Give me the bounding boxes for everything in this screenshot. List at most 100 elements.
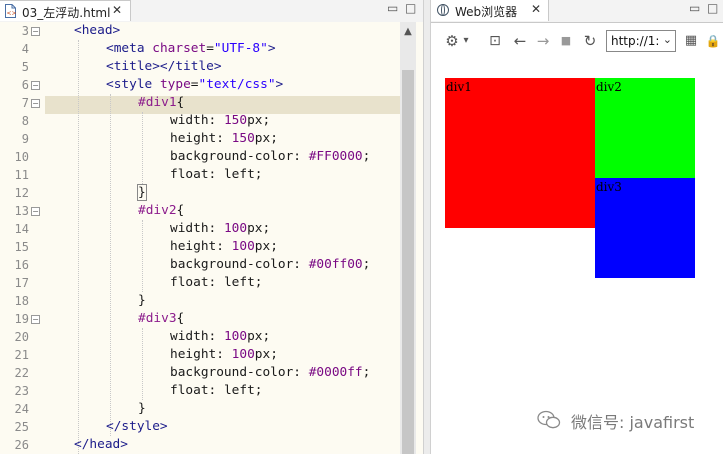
stop-icon[interactable]: ■ — [557, 31, 575, 51]
code-line-12: } — [137, 184, 147, 201]
lock-icon[interactable]: 🔒 — [705, 31, 721, 51]
browser-toolbar: ⚙ ▾ ⊡ ← → ■ ↻ http://1: ⌄ ▦ 🔒 — [431, 23, 723, 61]
minimize-icon[interactable]: ▭ — [689, 2, 701, 14]
line-number: 10 — [14, 150, 29, 164]
console-icon[interactable]: ⊡ — [486, 31, 504, 51]
minimize-icon[interactable]: ▭ — [387, 2, 399, 14]
code-line-19: #div3{ — [138, 311, 185, 326]
editor-scrollbar[interactable]: ▲ — [400, 22, 416, 454]
line-number: 19 — [14, 312, 29, 326]
code-line-10: background-color: #FF0000; — [170, 149, 371, 164]
code-line-6: <style type="text/css"> — [106, 77, 284, 92]
div3-label: div3 — [596, 180, 622, 194]
line-number: 25 — [14, 420, 29, 434]
editor-tab-bar: <> 03_左浮动.html ✕ ▭ □ — [0, 0, 423, 23]
forward-icon[interactable]: → — [534, 31, 552, 51]
code-line-26: </head> — [74, 437, 128, 452]
fold-toggle-icon[interactable]: − — [31, 27, 40, 36]
code-line-14: width: 100px; — [170, 221, 271, 236]
close-icon[interactable]: ✕ — [112, 3, 122, 17]
url-input[interactable]: http://1: ⌄ — [606, 30, 676, 52]
browser-tab-bar: Web浏览器 ✕ ▭ □ — [431, 0, 723, 23]
div3-box: div3 — [595, 178, 695, 278]
code-line-18: } — [138, 293, 146, 308]
line-number: 26 — [14, 438, 29, 452]
indent-guide — [110, 94, 111, 436]
code-line-13: #div2{ — [138, 203, 185, 218]
code-editor-pane: <> 03_左浮动.html ✕ ▭ □ 3−4 5 6−7−8 9 10 11 12 13−… — [0, 0, 423, 454]
scroll-up-icon[interactable]: ▲ — [400, 26, 416, 37]
code-line-25: </style> — [106, 419, 168, 434]
code-line-24: } — [138, 401, 146, 416]
wechat-icon — [537, 410, 561, 429]
browser-tab-label: Web浏览器 — [455, 5, 518, 19]
line-number-gutter: 3−4 5 6−7−8 9 10 11 12 13−14 15 16 17 18 19−20 21 22 23… — [0, 22, 45, 454]
line-number: 23 — [14, 384, 29, 398]
editor-tab[interactable]: <> 03_左浮动.html ✕ — [0, 0, 131, 21]
fold-toggle-icon[interactable]: − — [31, 207, 40, 216]
code-area[interactable]: 3−4 5 6−7−8 9 10 11 12 13−14 15 16 17 18 19−20 21 22 23… — [0, 22, 423, 454]
line-number: 24 — [14, 402, 29, 416]
line-number: 5 — [21, 60, 29, 74]
scrollbar-thumb[interactable] — [402, 70, 414, 454]
fold-toggle-icon[interactable]: − — [31, 81, 40, 90]
refresh-icon[interactable]: ↻ — [581, 31, 599, 51]
chevron-down-icon[interactable]: ⌄ — [663, 33, 672, 46]
line-number: 21 — [14, 348, 29, 362]
line-number: 22 — [14, 366, 29, 380]
code-line-3: <head> — [74, 23, 121, 38]
browser-tab[interactable]: Web浏览器 ✕ — [431, 0, 549, 21]
code-line-5: <title></title> — [106, 59, 222, 74]
code-line-16: background-color: #00ff00; — [170, 257, 371, 272]
web-browser-pane: Web浏览器 ✕ ▭ □ ⚙ ▾ ⊡ ← → ■ ↻ http://1: ⌄ ▦… — [431, 0, 723, 454]
code-line-7: #div1{ — [138, 95, 185, 110]
line-number: 4 — [21, 42, 29, 56]
line-number: 14 — [14, 222, 29, 236]
line-number: 17 — [14, 276, 29, 290]
code-line-8: width: 150px; — [170, 113, 271, 128]
globe-icon — [437, 4, 449, 16]
line-number: 12 — [14, 186, 29, 200]
watermark-text: 微信号: javafirst — [571, 413, 695, 432]
fold-toggle-icon[interactable]: − — [31, 315, 40, 324]
line-number: 16 — [14, 258, 29, 272]
div1-box: div1 — [445, 78, 595, 228]
back-icon[interactable]: ← — [511, 31, 529, 51]
settings-icon[interactable]: ⚙ — [443, 31, 461, 51]
div1-label: div1 — [446, 80, 472, 94]
code-line-9: height: 150px; — [170, 131, 278, 146]
indent-guide — [142, 220, 143, 292]
code-line-22: background-color: #0000ff; — [170, 365, 371, 380]
url-text: http://1: — [611, 34, 659, 48]
line-number: 3 — [21, 24, 29, 38]
line-number: 11 — [14, 168, 29, 182]
indent-guide — [78, 40, 79, 454]
line-number: 8 — [21, 114, 29, 128]
chevron-down-icon[interactable]: ▾ — [461, 31, 471, 51]
close-icon[interactable]: ✕ — [531, 2, 541, 16]
html-file-icon: <> — [5, 4, 16, 18]
code-line-15: height: 100px; — [170, 239, 278, 254]
maximize-icon[interactable]: □ — [707, 2, 719, 14]
div2-label: div2 — [596, 80, 622, 94]
line-number: 20 — [14, 330, 29, 344]
code-line-23: float: left; — [170, 383, 263, 398]
qr-code-icon[interactable]: ▦ — [683, 31, 699, 51]
pane-divider[interactable] — [423, 0, 431, 454]
line-number: 18 — [14, 294, 29, 308]
maximize-icon[interactable]: □ — [405, 2, 417, 14]
browser-viewport: div1 div2 div3 — [431, 62, 723, 454]
line-number: 15 — [14, 240, 29, 254]
line-number: 9 — [21, 132, 29, 146]
svg-text:<>: <> — [7, 10, 17, 17]
editor-tab-label: 03_左浮动.html — [22, 6, 111, 20]
indent-guide — [142, 328, 143, 400]
code-line-17: float: left; — [170, 275, 263, 290]
code-line-21: height: 100px; — [170, 347, 278, 362]
code-line-4: <meta charset="UTF-8"> — [106, 41, 276, 56]
line-number: 13 — [14, 204, 29, 218]
code-line-11: float: left; — [170, 167, 263, 182]
fold-toggle-icon[interactable]: − — [31, 99, 40, 108]
line-number: 6 — [21, 78, 29, 92]
code-line-20: width: 100px; — [170, 329, 271, 344]
